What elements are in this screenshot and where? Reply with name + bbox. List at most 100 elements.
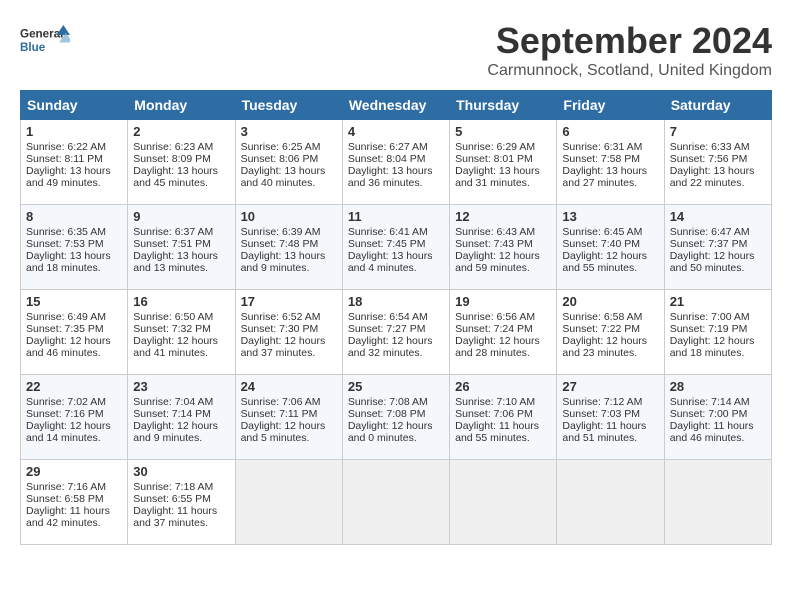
day-number: 2 [133,124,229,139]
daylight-text: Daylight: 11 hoursand 37 minutes. [133,505,217,529]
table-row: 27 Sunrise: 7:12 AM Sunset: 7:03 PM Dayl… [557,375,664,460]
sunset-text: Sunset: 7:11 PM [241,408,318,420]
calendar-subtitle: Carmunnock, Scotland, United Kingdom [487,62,772,80]
day-number: 26 [455,379,551,394]
day-number: 29 [26,464,122,479]
table-row: 18 Sunrise: 6:54 AM Sunset: 7:27 PM Dayl… [342,290,449,375]
table-row: 26 Sunrise: 7:10 AM Sunset: 7:06 PM Dayl… [450,375,557,460]
table-row [664,460,771,545]
table-row: 11 Sunrise: 6:41 AM Sunset: 7:45 PM Dayl… [342,205,449,290]
table-row: 30 Sunrise: 7:18 AM Sunset: 6:55 PM Dayl… [128,460,235,545]
daylight-text: Daylight: 12 hoursand 18 minutes. [670,335,755,359]
sunset-text: Sunset: 7:43 PM [455,238,533,250]
table-row: 3 Sunrise: 6:25 AM Sunset: 8:06 PM Dayli… [235,120,342,205]
day-number: 20 [562,294,658,309]
day-number: 14 [670,209,766,224]
sunset-text: Sunset: 7:24 PM [455,323,533,335]
logo: General Blue [20,20,70,60]
calendar-week-row: 29 Sunrise: 7:16 AM Sunset: 6:58 PM Dayl… [21,460,772,545]
sunset-text: Sunset: 7:30 PM [241,323,319,335]
table-row: 23 Sunrise: 7:04 AM Sunset: 7:14 PM Dayl… [128,375,235,460]
table-row: 16 Sunrise: 6:50 AM Sunset: 7:32 PM Dayl… [128,290,235,375]
table-row: 13 Sunrise: 6:45 AM Sunset: 7:40 PM Dayl… [557,205,664,290]
sunset-text: Sunset: 8:09 PM [133,153,211,165]
day-number: 19 [455,294,551,309]
table-row: 25 Sunrise: 7:08 AM Sunset: 7:08 PM Dayl… [342,375,449,460]
sunset-text: Sunset: 8:11 PM [26,153,103,165]
col-monday: Monday [128,91,235,120]
daylight-text: Daylight: 11 hoursand 46 minutes. [670,420,754,444]
daylight-text: Daylight: 13 hoursand 45 minutes. [133,165,218,189]
sunset-text: Sunset: 6:58 PM [26,493,104,505]
daylight-text: Daylight: 12 hoursand 46 minutes. [26,335,111,359]
sunrise-text: Sunrise: 6:22 AM [26,141,106,153]
table-row: 17 Sunrise: 6:52 AM Sunset: 7:30 PM Dayl… [235,290,342,375]
daylight-text: Daylight: 12 hoursand 37 minutes. [241,335,326,359]
sunset-text: Sunset: 7:35 PM [26,323,104,335]
day-number: 8 [26,209,122,224]
sunrise-text: Sunrise: 6:54 AM [348,311,428,323]
sunset-text: Sunset: 7:06 PM [455,408,533,420]
sunset-text: Sunset: 7:40 PM [562,238,640,250]
sunset-text: Sunset: 7:14 PM [133,408,211,420]
sunrise-text: Sunrise: 6:23 AM [133,141,213,153]
day-number: 23 [133,379,229,394]
day-number: 1 [26,124,122,139]
daylight-text: Daylight: 13 hoursand 49 minutes. [26,165,111,189]
sunset-text: Sunset: 7:16 PM [26,408,104,420]
day-number: 12 [455,209,551,224]
calendar-week-row: 22 Sunrise: 7:02 AM Sunset: 7:16 PM Dayl… [21,375,772,460]
sunrise-text: Sunrise: 6:27 AM [348,141,428,153]
day-number: 15 [26,294,122,309]
calendar-title: September 2024 [487,20,772,62]
sunrise-text: Sunrise: 7:18 AM [133,481,213,493]
day-number: 17 [241,294,337,309]
daylight-text: Daylight: 13 hoursand 31 minutes. [455,165,540,189]
daylight-text: Daylight: 12 hoursand 23 minutes. [562,335,647,359]
daylight-text: Daylight: 11 hoursand 55 minutes. [455,420,539,444]
sunset-text: Sunset: 7:03 PM [562,408,640,420]
col-sunday: Sunday [21,91,128,120]
day-number: 11 [348,209,444,224]
calendar-header-row: Sunday Monday Tuesday Wednesday Thursday… [21,91,772,120]
calendar-week-row: 1 Sunrise: 6:22 AM Sunset: 8:11 PM Dayli… [21,120,772,205]
sunrise-text: Sunrise: 6:39 AM [241,226,321,238]
daylight-text: Daylight: 13 hoursand 13 minutes. [133,250,218,274]
sunset-text: Sunset: 7:58 PM [562,153,640,165]
sunrise-text: Sunrise: 7:16 AM [26,481,106,493]
col-friday: Friday [557,91,664,120]
sunset-text: Sunset: 7:51 PM [133,238,211,250]
table-row: 20 Sunrise: 6:58 AM Sunset: 7:22 PM Dayl… [557,290,664,375]
sunrise-text: Sunrise: 7:02 AM [26,396,106,408]
table-row [557,460,664,545]
daylight-text: Daylight: 12 hoursand 28 minutes. [455,335,540,359]
day-number: 5 [455,124,551,139]
daylight-text: Daylight: 12 hoursand 41 minutes. [133,335,218,359]
table-row: 29 Sunrise: 7:16 AM Sunset: 6:58 PM Dayl… [21,460,128,545]
sunset-text: Sunset: 8:06 PM [241,153,319,165]
daylight-text: Daylight: 12 hoursand 50 minutes. [670,250,755,274]
daylight-text: Daylight: 13 hoursand 22 minutes. [670,165,755,189]
sunset-text: Sunset: 6:55 PM [133,493,211,505]
day-number: 30 [133,464,229,479]
day-number: 25 [348,379,444,394]
daylight-text: Daylight: 12 hoursand 14 minutes. [26,420,111,444]
day-number: 16 [133,294,229,309]
day-number: 27 [562,379,658,394]
daylight-text: Daylight: 12 hoursand 32 minutes. [348,335,433,359]
sunrise-text: Sunrise: 6:43 AM [455,226,535,238]
sunset-text: Sunset: 8:04 PM [348,153,426,165]
table-row: 9 Sunrise: 6:37 AM Sunset: 7:51 PM Dayli… [128,205,235,290]
day-number: 7 [670,124,766,139]
sunset-text: Sunset: 8:01 PM [455,153,533,165]
col-thursday: Thursday [450,91,557,120]
table-row [235,460,342,545]
sunset-text: Sunset: 7:27 PM [348,323,426,335]
sunrise-text: Sunrise: 6:45 AM [562,226,642,238]
table-row: 10 Sunrise: 6:39 AM Sunset: 7:48 PM Dayl… [235,205,342,290]
svg-text:General: General [20,28,63,41]
sunset-text: Sunset: 7:45 PM [348,238,426,250]
sunset-text: Sunset: 7:19 PM [670,323,748,335]
table-row: 24 Sunrise: 7:06 AM Sunset: 7:11 PM Dayl… [235,375,342,460]
calendar-week-row: 8 Sunrise: 6:35 AM Sunset: 7:53 PM Dayli… [21,205,772,290]
